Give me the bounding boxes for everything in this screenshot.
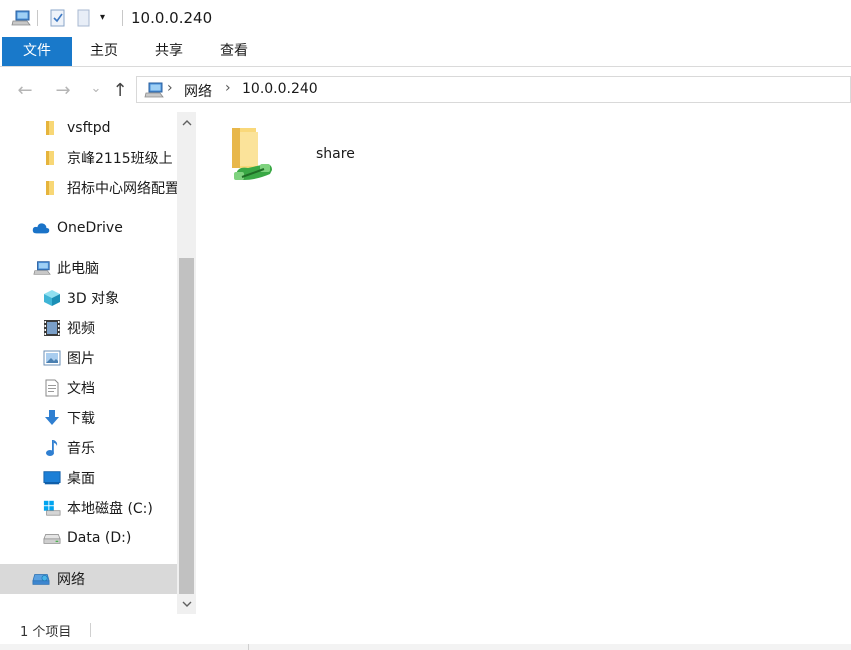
tab-view[interactable]: 查看: [206, 37, 262, 66]
network-icon: [32, 570, 50, 588]
item-count: 1 个项目: [20, 625, 72, 640]
downloads-icon: [43, 409, 61, 427]
address-bar[interactable]: › 网络 › 10.0.0.240: [136, 76, 851, 103]
share-folder-item[interactable]: share: [222, 124, 355, 188]
this-pc-icon: [33, 259, 51, 277]
onedrive-cloud-icon: [32, 219, 50, 237]
scroll-up-icon[interactable]: [177, 114, 196, 132]
scrollbar-thumb[interactable]: [179, 258, 194, 594]
folder-icon: [42, 179, 60, 197]
nav-item-onedrive[interactable]: OneDrive: [0, 214, 177, 242]
nav-item-label: OneDrive: [57, 220, 123, 236]
nav-item-label: 本地磁盘 (C:): [67, 501, 153, 517]
breadcrumb-network[interactable]: 网络: [184, 81, 212, 101]
video-icon: [43, 319, 61, 337]
nav-item-downloads[interactable]: 下载: [0, 404, 177, 432]
breadcrumb-host[interactable]: 10.0.0.240: [242, 81, 318, 97]
nav-item-label: 文档: [67, 381, 95, 397]
nav-item-label: 图片: [67, 351, 95, 367]
share-folder-label: share: [316, 146, 355, 162]
nav-item-label: 音乐: [67, 441, 95, 457]
new-folder-icon[interactable]: [76, 9, 92, 27]
nav-item-bidding-center[interactable]: 招标中心网络配置: [0, 174, 177, 202]
nav-item-label: 网络: [57, 572, 85, 588]
navigation-pane-scrollbar[interactable]: [177, 112, 196, 614]
nav-item-desktop[interactable]: 桌面: [0, 464, 177, 492]
local-disk-c-icon: [43, 499, 61, 517]
nav-item-data-d[interactable]: Data (D:): [0, 524, 177, 552]
nav-item-network[interactable]: 网络: [0, 564, 177, 594]
tab-share[interactable]: 共享: [141, 37, 197, 66]
nav-item-label: 下载: [67, 411, 95, 427]
tab-file[interactable]: 文件: [2, 37, 72, 66]
title-bar: ▾ 10.0.0.240: [0, 0, 851, 37]
shared-folder-icon: [226, 124, 280, 188]
quick-access-dropdown[interactable]: ▾: [100, 12, 105, 23]
documents-icon: [43, 379, 61, 397]
music-icon: [43, 439, 61, 457]
nav-item-documents[interactable]: 文档: [0, 374, 177, 402]
nav-item-label: 3D 对象: [67, 291, 120, 307]
3d-objects-icon: [43, 289, 61, 307]
nav-item-label: 桌面: [67, 471, 95, 487]
computer-icon[interactable]: [11, 9, 31, 27]
computer-icon: [144, 81, 164, 103]
recent-locations-icon[interactable]: ⌄: [86, 78, 106, 98]
breadcrumb-separator: ›: [225, 80, 231, 96]
title-separator-2: [122, 10, 123, 26]
nav-item-label: 招标中心网络配置: [67, 181, 177, 197]
nav-item-3d-objects[interactable]: 3D 对象: [0, 284, 177, 312]
nav-item-video[interactable]: 视频: [0, 314, 177, 342]
window-title: 10.0.0.240: [131, 9, 213, 27]
tab-home[interactable]: 主页: [76, 37, 132, 66]
properties-check-icon[interactable]: [50, 9, 66, 27]
nav-item-vsftpd[interactable]: vsftpd: [0, 114, 177, 142]
nav-item-this-pc[interactable]: 此电脑: [0, 254, 177, 282]
navigation-pane[interactable]: vsftpd 京峰2115班级上 招标中心网络配置 OneDrive 此电脑 3…: [0, 112, 177, 614]
nav-item-music[interactable]: 音乐: [0, 434, 177, 462]
content-area[interactable]: share: [197, 112, 851, 614]
title-separator: [37, 10, 38, 26]
scroll-down-icon[interactable]: [177, 595, 196, 613]
nav-item-jingfeng[interactable]: 京峰2115班级上: [0, 144, 177, 172]
nav-item-label: 京峰2115班级上: [67, 151, 173, 167]
back-arrow-icon[interactable]: ←: [15, 80, 35, 101]
forward-arrow-icon[interactable]: →: [53, 80, 73, 101]
nav-item-label: vsftpd: [67, 120, 111, 136]
desktop-icon: [43, 469, 61, 487]
ribbon-tabs: 文件 主页 共享 查看: [0, 37, 851, 67]
nav-item-label: 此电脑: [57, 261, 99, 277]
status-bar: 1 个项目: [0, 614, 851, 644]
window-bottom-edge: [0, 644, 851, 650]
folder-icon: [42, 119, 60, 137]
folder-icon: [42, 149, 60, 167]
nav-item-label: Data (D:): [67, 530, 132, 546]
up-arrow-icon[interactable]: ↑: [110, 80, 130, 101]
nav-item-pictures[interactable]: 图片: [0, 344, 177, 372]
breadcrumb-separator: ›: [167, 80, 173, 96]
navigation-bar: ← → ⌄ ↑ › 网络 › 10.0.0.240: [0, 68, 851, 110]
pictures-icon: [43, 349, 61, 367]
nav-item-local-disk-c[interactable]: 本地磁盘 (C:): [0, 494, 177, 522]
status-separator: [90, 623, 91, 637]
drive-d-icon: [43, 529, 61, 547]
nav-item-label: 视频: [67, 321, 95, 337]
